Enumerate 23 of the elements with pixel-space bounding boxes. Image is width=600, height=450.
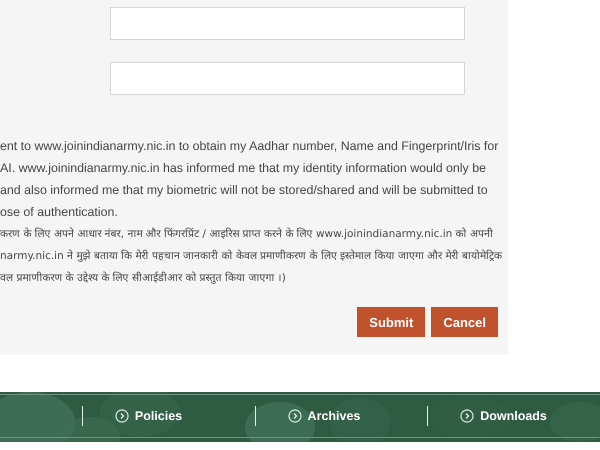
footer-link[interactable]: Policies (114, 409, 255, 423)
divider (427, 406, 428, 426)
consent-text: AI. www.joinindianarmy.nic.in has informed me that my identity information would only be (0, 160, 486, 177)
consent-text: narmy.nic.in ने मुझे बताया कि मेरी पहचान जानकारी को केवल प्रमाणीकरण के लिए इस्तेमाल किया जाएगा और मेरी बायोमेट्रिक (0, 248, 502, 264)
input-field[interactable] (110, 7, 465, 40)
divider (82, 406, 83, 426)
chevron-circle-icon (114, 409, 129, 423)
consent-text: and also informed me that my biometric will not be stored/shared and will be submitted to (0, 182, 488, 199)
chevron-circle-icon (460, 409, 474, 423)
input-field[interactable] (110, 62, 465, 95)
consent-text: वल प्रमाणीकरण के उद्देश्य के लिए सीआईडीआर को प्रस्तुत किया जाएगा ।) (0, 270, 286, 286)
footer-link[interactable]: Archives (288, 409, 428, 423)
link-text: Archives (308, 409, 360, 423)
cancel-button[interactable]: Cancel (431, 307, 498, 337)
consent-text: करण के लिए अपने आधार नंबर, नाम और फिंगरप्रिंट / आइरिस प्राप्त करने के लिए www.joinindianarmy.nic.in को अपनी (0, 226, 494, 242)
link-text: Policies (134, 409, 182, 423)
consent-text: ent to www.joinindianarmy.nic.in to obtain my Aadhar number, Name and Fingerprint/Iris for (0, 138, 498, 155)
link-text: Downloads (480, 409, 547, 423)
chevron-circle-icon (288, 409, 302, 423)
submit-button[interactable]: Submit (357, 307, 426, 337)
footer-link[interactable]: Downloads (460, 409, 600, 423)
divider (254, 406, 256, 426)
consent-text: ose of authentication. (0, 204, 118, 221)
